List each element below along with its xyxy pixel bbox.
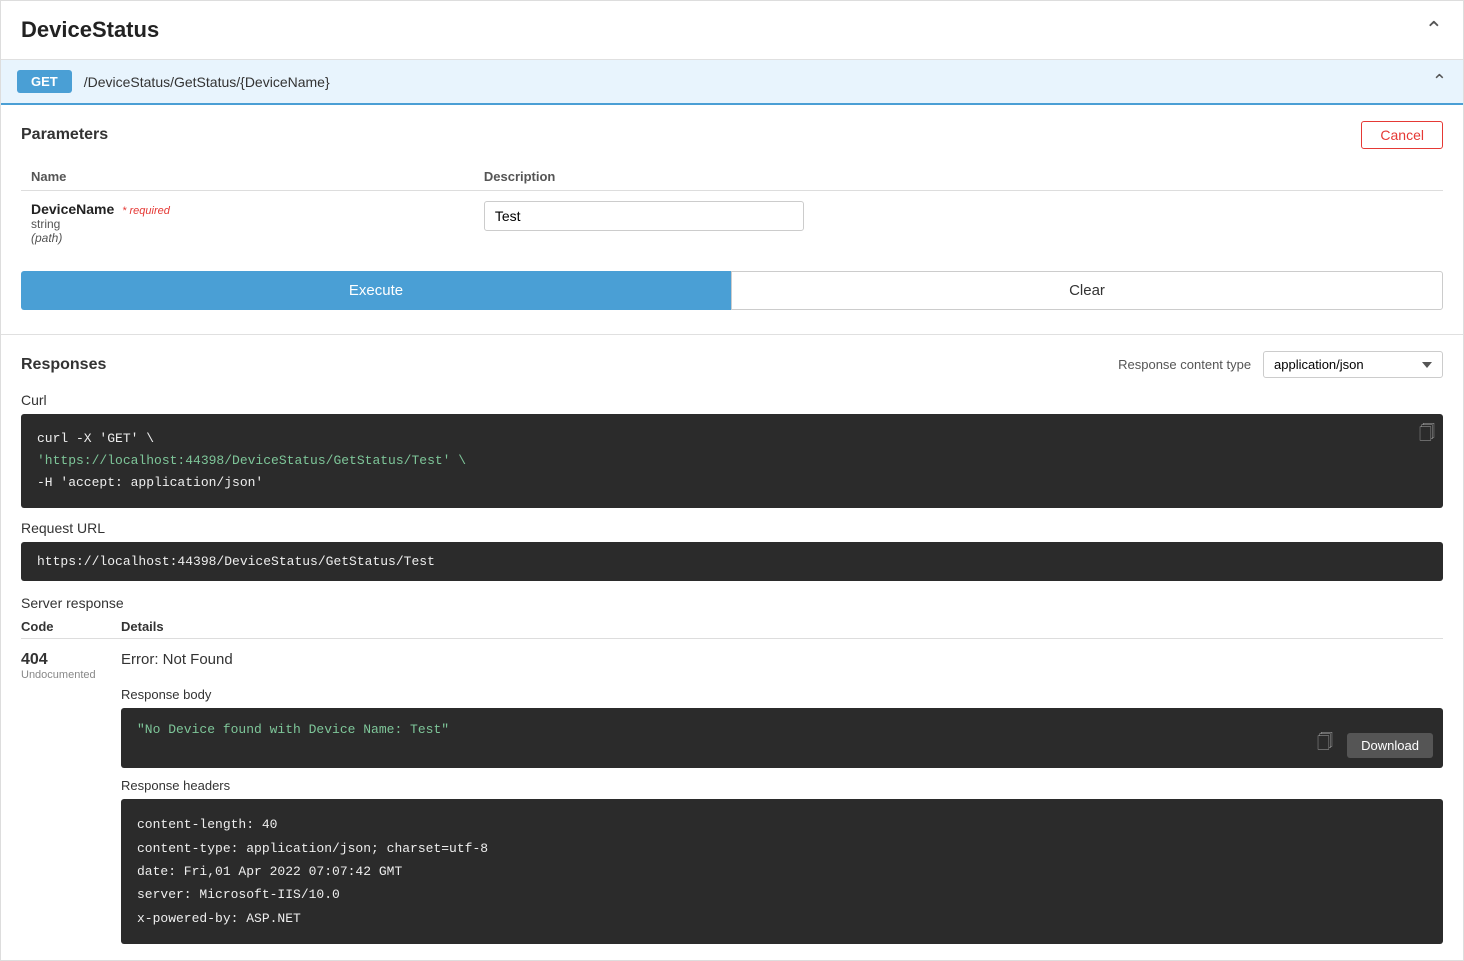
curl-line2: 'https://localhost:44398/DeviceStatus/Ge… <box>37 453 466 468</box>
curl-code-block: curl -X 'GET' \ 'https://localhost:44398… <box>21 414 1443 508</box>
cancel-button[interactable]: Cancel <box>1361 121 1443 149</box>
curl-line3: -H 'accept: application/json' <box>37 475 263 490</box>
error-label: Error: Not Found <box>121 651 1443 668</box>
response-details-cell: Error: Not Found <box>121 651 1443 676</box>
response-row: 404 Undocumented Error: Not Found <box>21 645 1443 687</box>
response-undocumented: Undocumented <box>21 669 121 681</box>
server-response-section: Server response Code Details 404 Undocum… <box>21 595 1443 944</box>
responses-title: Responses <box>21 356 106 374</box>
response-body-label: Response body <box>121 687 1443 702</box>
parameters-section: Parameters Cancel Name Description Devic… <box>1 105 1463 335</box>
col-code-header: Code <box>21 619 121 634</box>
content-type-select[interactable]: application/json <box>1263 351 1443 378</box>
download-button[interactable]: Download <box>1347 733 1433 758</box>
param-type: string <box>31 217 464 231</box>
request-url-value: https://localhost:44398/DeviceStatus/Get… <box>37 554 435 569</box>
request-url-block: https://localhost:44398/DeviceStatus/Get… <box>21 542 1443 581</box>
responses-section: Responses Response content type applicat… <box>1 335 1463 960</box>
param-location: (path) <box>31 231 464 245</box>
clear-button[interactable]: Clear <box>731 271 1443 310</box>
content-type-label: Response content type <box>1118 357 1251 372</box>
table-row: DeviceName * required string (path) <box>21 191 1443 256</box>
request-url-section: Request URL https://localhost:44398/Devi… <box>21 520 1443 581</box>
parameters-title: Parameters <box>21 126 108 144</box>
parameters-header: Parameters Cancel <box>21 121 1443 149</box>
curl-copy-button[interactable]: 🗍 <box>1419 422 1435 449</box>
api-path: /DeviceStatus/GetStatus/{DeviceName} <box>84 74 1432 90</box>
get-bar: GET /DeviceStatus/GetStatus/{DeviceName}… <box>1 60 1463 105</box>
execute-button[interactable]: Execute <box>21 271 731 310</box>
response-headers-label: Response headers <box>121 778 1443 793</box>
http-method-badge: GET <box>17 70 72 93</box>
server-response-label: Server response <box>21 595 1443 611</box>
header-content-length: content-length: 40 <box>137 813 1427 836</box>
content-type-area: Response content type application/json <box>1118 351 1443 378</box>
parameters-table: Name Description DeviceName * required s… <box>21 163 1443 255</box>
response-headers-block: content-length: 40 content-type: applica… <box>121 799 1443 944</box>
response-code: 404 <box>21 651 121 669</box>
header-x-powered-by: x-powered-by: ASP.NET <box>137 907 1427 930</box>
page-header: DeviceStatus ⌃ <box>1 1 1463 60</box>
header-content-type: content-type: application/json; charset=… <box>137 837 1427 860</box>
curl-section: Curl curl -X 'GET' \ 'https://localhost:… <box>21 392 1443 508</box>
param-name: DeviceName <box>31 201 114 217</box>
action-buttons: Execute Clear <box>21 271 1443 310</box>
response-body-content: "No Device found with Device Name: Test" <box>137 722 449 737</box>
header-server: server: Microsoft-IIS/10.0 <box>137 883 1427 906</box>
param-name-cell: DeviceName * required string (path) <box>21 191 474 256</box>
response-body-block: "No Device found with Device Name: Test"… <box>121 708 1443 768</box>
curl-label: Curl <box>21 392 1443 408</box>
device-name-input[interactable] <box>484 201 804 231</box>
response-table-header: Code Details <box>21 619 1443 639</box>
col-description-header: Description <box>474 163 1443 191</box>
col-details-header: Details <box>121 619 1443 634</box>
close-button[interactable]: ⌃ <box>1425 17 1443 43</box>
page-title: DeviceStatus <box>21 17 159 43</box>
request-url-label: Request URL <box>21 520 1443 536</box>
curl-line1: curl -X 'GET' \ <box>37 431 154 446</box>
header-date: date: Fri,01 Apr 2022 07:07:42 GMT <box>137 860 1427 883</box>
param-input-cell <box>474 191 1443 256</box>
required-label: * required <box>122 205 170 217</box>
collapse-button[interactable]: ⌃ <box>1432 71 1447 92</box>
response-body-copy-button[interactable]: 🗍 <box>1317 731 1333 758</box>
col-name-header: Name <box>21 163 474 191</box>
response-code-cell: 404 Undocumented <box>21 651 121 681</box>
responses-header: Responses Response content type applicat… <box>21 351 1443 378</box>
